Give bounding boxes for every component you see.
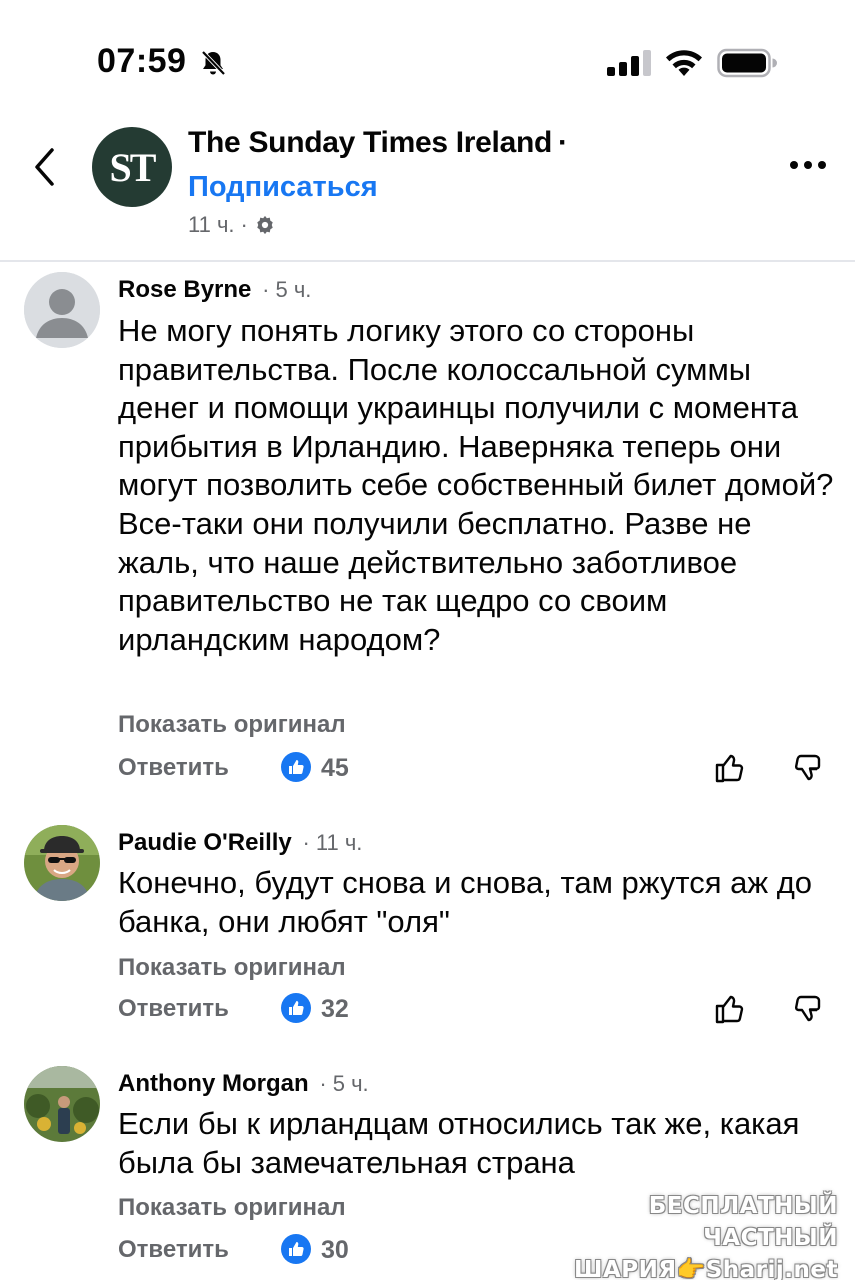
- page-name-line: The Sunday Times Ireland ·: [188, 126, 568, 160]
- status-time: 07:59: [97, 42, 187, 80]
- post-time: 11 ч.: [188, 212, 235, 237]
- comment-text: Не могу понять логику этого со стороны п…: [118, 313, 834, 657]
- signal-icon: [607, 50, 651, 76]
- more-horizontal-icon[interactable]: [786, 150, 830, 180]
- meta-separator: ·: [240, 212, 248, 237]
- avatar[interactable]: [24, 1066, 100, 1142]
- thumbs-up-icon[interactable]: [712, 750, 748, 786]
- comment-time: · 5 ч.: [262, 277, 312, 302]
- like-count: 45: [321, 754, 349, 782]
- like-count: 30: [321, 1236, 349, 1264]
- see-original-link[interactable]: Показать оригинал: [118, 711, 346, 739]
- reply-button[interactable]: Ответить: [118, 754, 229, 782]
- name-separator: ·: [558, 126, 568, 159]
- comment-author-line: Anthony Morgan · 5 ч.: [118, 1070, 369, 1098]
- see-original-link[interactable]: Показать оригинал: [118, 954, 346, 982]
- see-original-link[interactable]: Показать оригинал: [118, 1194, 346, 1222]
- bell-off-icon: [201, 50, 226, 76]
- like-count: 32: [321, 995, 349, 1023]
- watermark-line-1: БЕСПЛАТНЫЙ ЧАСТНЫЙ: [648, 1193, 838, 1251]
- thumbs-up-icon[interactable]: [712, 991, 748, 1027]
- battery-icon: [717, 48, 777, 78]
- user-photo: [24, 1066, 100, 1142]
- thumbs-down-icon[interactable]: [790, 991, 826, 1027]
- comment-author[interactable]: Paudie O'Reilly: [118, 829, 292, 856]
- user-photo: [24, 825, 100, 901]
- avatar[interactable]: [24, 272, 100, 348]
- thumbs-down-icon[interactable]: [790, 750, 826, 786]
- default-avatar-icon: [24, 272, 100, 348]
- comment-text: Если бы к ирландцам относились так же, к…: [118, 1106, 800, 1180]
- comment-author-line: Rose Byrne · 5 ч.: [118, 276, 311, 304]
- comment-actions: Ответить 32: [118, 993, 838, 1027]
- comment-actions: Ответить 45: [118, 752, 838, 786]
- comment-time: · 11 ч.: [302, 830, 363, 855]
- comment-time: · 5 ч.: [319, 1071, 369, 1096]
- status-bar: 07:59: [0, 0, 855, 110]
- post-header: ST The Sunday Times Ireland · Подписаться…: [0, 110, 855, 262]
- subscribe-button[interactable]: Подписаться: [188, 171, 378, 204]
- comment-author[interactable]: Anthony Morgan: [118, 1070, 309, 1097]
- like-reaction-icon[interactable]: [281, 752, 311, 782]
- watermark: БЕСПЛАТНЫЙ ЧАСТНЫЙ ШАРИЯ👉Sharij.net: [546, 1190, 838, 1280]
- post-meta: 11 ч. ·: [188, 212, 276, 238]
- page-logo[interactable]: ST: [92, 127, 172, 207]
- watermark-line-2: ШАРИЯ👉Sharij.net: [574, 1257, 838, 1280]
- back-icon[interactable]: [28, 142, 62, 192]
- wifi-icon: [666, 50, 702, 76]
- comment-text: Конечно, будут снова и снова, там ржутся…: [118, 865, 813, 939]
- avatar[interactable]: [24, 825, 100, 901]
- like-reaction-icon[interactable]: [281, 1234, 311, 1264]
- comment-author-line: Paudie O'Reilly · 11 ч.: [118, 829, 362, 857]
- reply-button[interactable]: Ответить: [118, 1236, 229, 1264]
- like-reaction-icon[interactable]: [281, 993, 311, 1023]
- page-name[interactable]: The Sunday Times Ireland: [188, 126, 552, 159]
- reply-button[interactable]: Ответить: [118, 995, 229, 1023]
- comment-author[interactable]: Rose Byrne: [118, 276, 251, 303]
- gear-icon: [257, 215, 273, 235]
